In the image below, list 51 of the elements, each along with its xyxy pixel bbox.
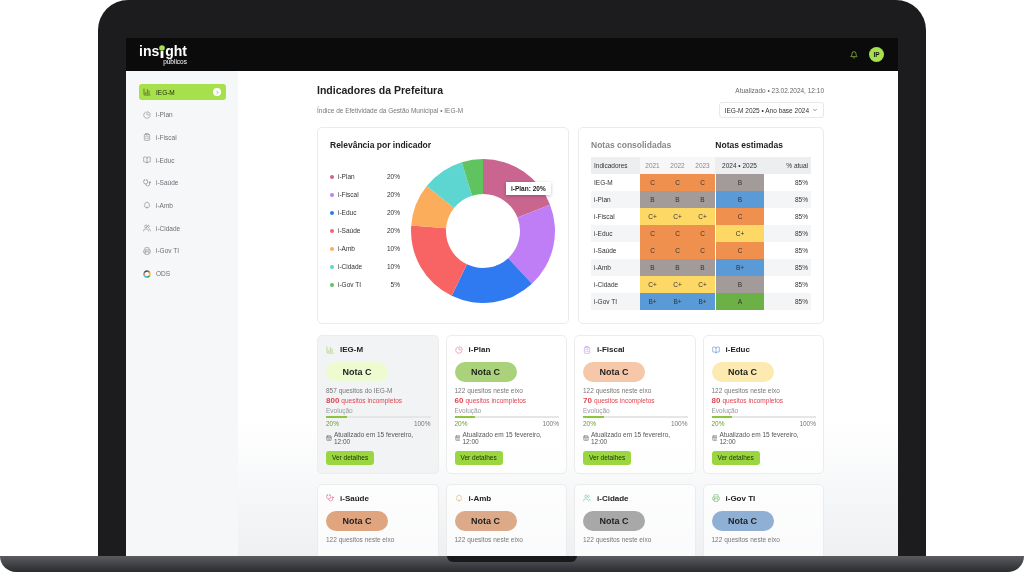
grade-pill: Nota C (583, 510, 645, 531)
logo-text: ght (165, 44, 187, 58)
card-title: i-Educ (725, 345, 750, 354)
calendar-icon (326, 435, 332, 441)
card-title: i-Gov TI (725, 493, 756, 503)
grade-pill: Nota C (583, 362, 645, 382)
card-title: i-Fiscal (597, 345, 625, 354)
people-icon (583, 494, 591, 502)
card-title: Relevância por indicador (330, 140, 433, 150)
pie-chart-icon (454, 345, 463, 354)
page-title: Indicadores da Prefeitura (317, 84, 444, 96)
card-title: Notas estimadas (715, 140, 783, 150)
people-icon (143, 224, 151, 233)
chevron-icon (213, 88, 221, 96)
incomplete-count: 70 (583, 396, 592, 405)
grade-pill: Nota C (711, 362, 774, 382)
clipboard-icon (583, 345, 591, 354)
logo-text: ins (139, 44, 160, 58)
calendar-icon (454, 435, 461, 441)
book-icon (143, 156, 151, 165)
calendar-icon (711, 435, 718, 441)
calendar-icon (583, 435, 589, 441)
ring-icon (143, 269, 151, 278)
tree-icon (143, 201, 151, 210)
printer-icon (711, 494, 720, 502)
bar-chart-icon (143, 88, 151, 96)
printer-icon (143, 246, 151, 255)
grade-pill: Nota C (326, 362, 388, 382)
card-title: i-Amb (468, 493, 492, 503)
incomplete-count: 800 (326, 396, 340, 405)
card-title: i-Saúde (340, 493, 369, 503)
card-title: IEG-M (340, 345, 364, 354)
clipboard-icon (143, 133, 151, 142)
grade-pill: Nota C (326, 510, 388, 531)
incomplete-count: 60 (454, 396, 464, 405)
card-title: Notas consolidadas (591, 140, 672, 150)
card-title: i-Cidade (597, 493, 629, 503)
tree-icon (454, 494, 463, 502)
stethoscope-icon (143, 178, 151, 187)
grade-pill: Nota C (454, 362, 517, 382)
book-icon (711, 345, 720, 354)
bar-chart-icon (326, 345, 334, 354)
incomplete-count: 80 (711, 396, 721, 405)
lightbulb-icon (159, 45, 166, 58)
grade-pill: Nota C (454, 510, 517, 531)
card-title: i-Plan (468, 345, 491, 354)
bell-icon[interactable] (850, 50, 858, 59)
stethoscope-icon (326, 494, 334, 502)
chevron-down-icon (812, 107, 818, 113)
pie-chart-icon (143, 110, 151, 119)
grade-pill: Nota C (711, 510, 774, 531)
